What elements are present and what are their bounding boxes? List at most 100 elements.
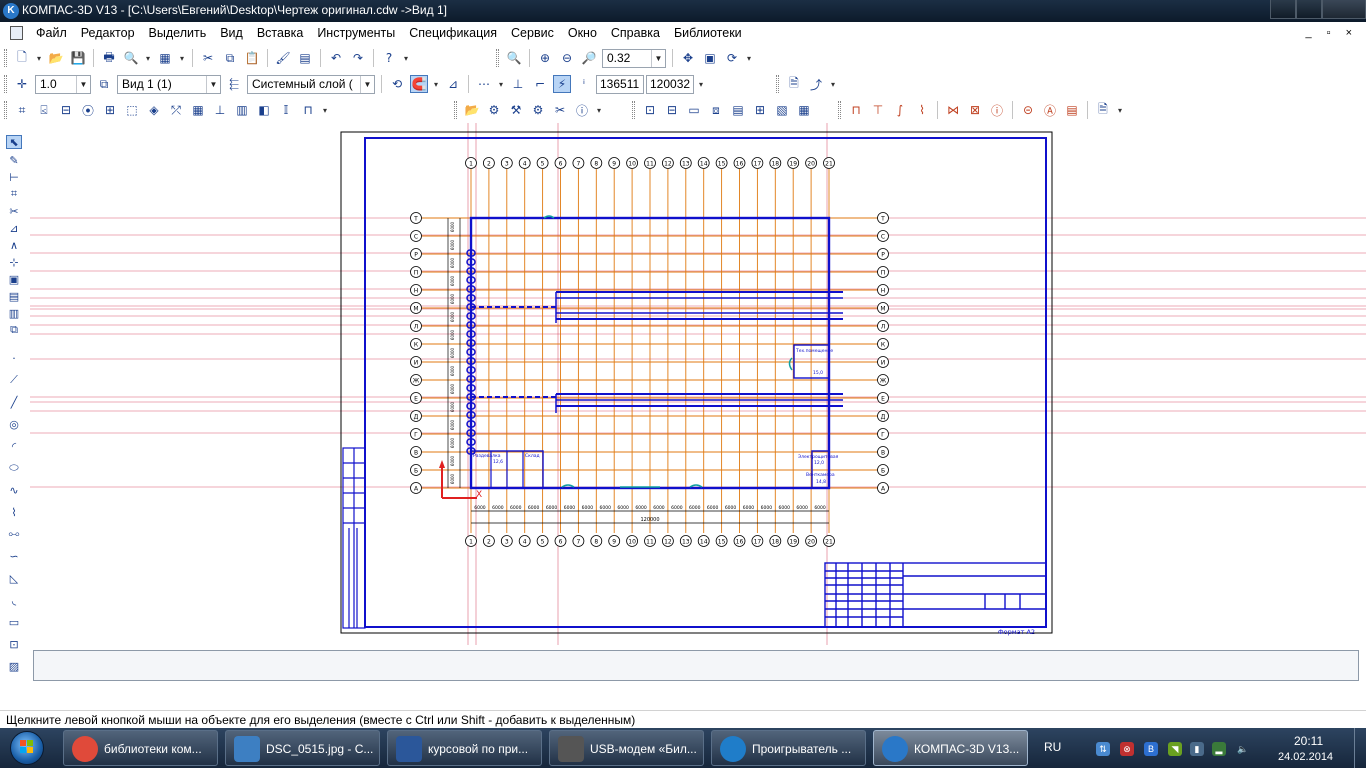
ortho-icon[interactable]: ⌐: [531, 75, 549, 93]
toolbar-grip[interactable]: [454, 101, 457, 119]
menu-specification[interactable]: Спецификация: [402, 25, 504, 41]
taskbar-button-modem[interactable]: USB-модем «Бил...: [549, 730, 704, 766]
menu-tools[interactable]: Инструменты: [310, 25, 402, 41]
undo-icon[interactable]: ↶: [327, 49, 345, 67]
layer-icon[interactable]: ⬱: [225, 75, 243, 93]
associative-views-icon[interactable]: ▣: [6, 272, 22, 286]
step-cursor-icon[interactable]: ✛: [13, 75, 31, 93]
zoom-in-icon[interactable]: ⊕: [536, 49, 554, 67]
library-icon[interactable]: ⊓: [847, 101, 865, 119]
rectangle-icon[interactable]: ▭: [6, 615, 22, 629]
language-indicator[interactable]: RU: [1044, 740, 1061, 754]
pan-icon[interactable]: ✥: [679, 49, 697, 67]
library-icon[interactable]: ◧: [255, 101, 273, 119]
library-icon[interactable]: ⓘ: [988, 101, 1006, 119]
minimize-button[interactable]: [1270, 0, 1296, 19]
dropdown-arrow-icon[interactable]: ▾: [827, 75, 839, 93]
layer-combo[interactable]: Системный слой ( ▼: [247, 74, 375, 94]
library-icon[interactable]: ⧈: [707, 101, 725, 119]
toolbar-grip[interactable]: [632, 101, 635, 119]
select-filter-icon[interactable]: ⤴: [807, 75, 825, 93]
arc-icon[interactable]: ◜: [6, 439, 22, 453]
library-icon[interactable]: ⌇: [913, 101, 931, 119]
library-icon[interactable]: ⌗: [13, 101, 31, 119]
refresh-icon[interactable]: ⟳: [723, 49, 741, 67]
step-combo[interactable]: 1.0 ▼: [35, 74, 91, 94]
cut-icon[interactable]: ✂: [199, 49, 217, 67]
snap-point-icon[interactable]: ⚡: [553, 75, 571, 93]
library-icon[interactable]: ⚙: [529, 101, 547, 119]
chevron-down-icon[interactable]: ▼: [651, 49, 665, 67]
ellipse-icon[interactable]: ⬭: [6, 461, 22, 475]
dropdown-arrow-icon[interactable]: ▾: [593, 101, 605, 119]
redo-icon[interactable]: ↷: [349, 49, 367, 67]
library-icon[interactable]: ▦: [189, 101, 207, 119]
close-button[interactable]: [1322, 0, 1366, 19]
drawing-area[interactable]: 6000 6000 6000 6000 6000 6000 6000 6000 6000 6000…: [30, 123, 1366, 645]
print-icon[interactable]: 🖶: [100, 49, 118, 67]
taskbar-button-kompas[interactable]: КОМПАС-3D V13...: [873, 730, 1028, 766]
new-document-icon[interactable]: 🗋: [13, 49, 31, 67]
library-icon[interactable]: ⊞: [751, 101, 769, 119]
select-icon[interactable]: ⬉: [6, 135, 22, 149]
cursor-y-field[interactable]: 120032: [646, 74, 694, 94]
menu-libraries[interactable]: Библиотеки: [667, 25, 749, 41]
dropdown-arrow-icon[interactable]: ▾: [33, 49, 45, 67]
library-icon[interactable]: 🗎: [1094, 101, 1112, 119]
dropdown-arrow-icon[interactable]: ▾: [743, 49, 755, 67]
zoom-window-icon[interactable]: 🔍: [505, 49, 523, 67]
library-icon[interactable]: ▤: [729, 101, 747, 119]
aux-line-icon[interactable]: ⟋: [6, 373, 22, 387]
menu-view[interactable]: Вид: [213, 25, 250, 41]
local-cs-icon[interactable]: ⊥: [509, 75, 527, 93]
taskbar-button-image[interactable]: DSC_0515.jpg - С...: [225, 730, 380, 766]
vk-icon[interactable]: B: [1144, 742, 1158, 756]
chevron-down-icon[interactable]: ▼: [76, 75, 90, 93]
library-icon[interactable]: ▧: [773, 101, 791, 119]
continuous-input-icon[interactable]: ∿: [6, 483, 22, 497]
symbols-icon[interactable]: ⌗: [6, 187, 22, 201]
help-pointer-icon[interactable]: ?: [380, 49, 398, 67]
zoom-out-icon[interactable]: ⊖: [558, 49, 576, 67]
library-icon[interactable]: ⚒: [507, 101, 525, 119]
menu-edit[interactable]: Редактор: [74, 25, 142, 41]
toolbar-grip[interactable]: [4, 75, 7, 93]
toolbar-grip[interactable]: [4, 101, 7, 119]
toolbar-grip[interactable]: [838, 101, 841, 119]
library-icon[interactable]: ⍃: [35, 101, 53, 119]
toolbar-grip[interactable]: [496, 49, 499, 67]
toolbar-grip[interactable]: [4, 49, 7, 67]
library-icon[interactable]: ⬚: [123, 101, 141, 119]
show-desktop-button[interactable]: [1354, 728, 1366, 768]
menu-help[interactable]: Справка: [604, 25, 667, 41]
volume-icon[interactable]: 🔈: [1236, 742, 1250, 756]
library-icon[interactable]: ⊠: [966, 101, 984, 119]
segment-icon[interactable]: ╱: [6, 395, 22, 409]
library-icon[interactable]: ▭: [685, 101, 703, 119]
clock-date[interactable]: 24.02.2014: [1278, 751, 1333, 763]
contour-icon[interactable]: ⊡: [6, 637, 22, 651]
library-icon[interactable]: ⚙: [485, 101, 503, 119]
dropdown-arrow-icon[interactable]: ▾: [319, 101, 331, 119]
menu-file[interactable]: Файл: [36, 25, 74, 41]
show-all-icon[interactable]: ▣: [701, 49, 719, 67]
polyline-icon[interactable]: ⌇: [6, 505, 22, 519]
library-icon[interactable]: ⋈: [944, 101, 962, 119]
library-icon[interactable]: ⦿: [79, 101, 97, 119]
dropdown-arrow-icon[interactable]: ▾: [176, 49, 188, 67]
start-button[interactable]: [4, 730, 52, 766]
dropdown-arrow-icon[interactable]: ▾: [142, 49, 154, 67]
grid-icon[interactable]: ⋯: [475, 75, 493, 93]
document-icon[interactable]: [10, 26, 23, 40]
library-icon[interactable]: ✂: [551, 101, 569, 119]
zoom-combo[interactable]: 0.32 ▼: [602, 48, 666, 68]
paste-icon[interactable]: 📋: [243, 49, 261, 67]
document-properties-icon[interactable]: 🗎: [785, 75, 803, 93]
usb-modem-tray-icon[interactable]: ▮: [1190, 742, 1204, 756]
spec-icon[interactable]: ▤: [6, 289, 22, 303]
nvidia-icon[interactable]: ◥: [1168, 742, 1182, 756]
maximize-button[interactable]: [1296, 0, 1322, 19]
library-icon[interactable]: ⊤: [869, 101, 887, 119]
library-icon[interactable]: 📂: [463, 101, 481, 119]
library-icon[interactable]: ⤱: [167, 101, 185, 119]
